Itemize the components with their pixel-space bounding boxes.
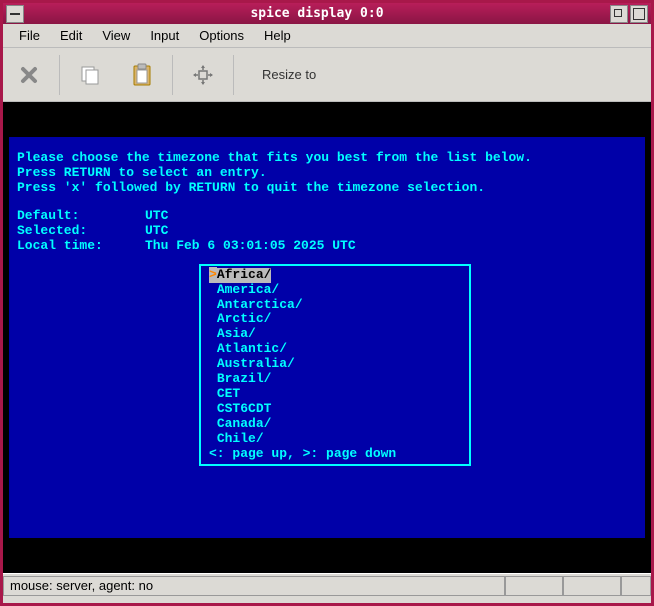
fullscreen-button[interactable] bbox=[179, 51, 227, 99]
status-bar: mouse: server, agent: no bbox=[3, 573, 651, 597]
copy-button[interactable] bbox=[66, 51, 114, 99]
tz-item[interactable]: Australia/ bbox=[201, 357, 469, 372]
status-resize-grip[interactable] bbox=[621, 576, 651, 596]
tz-item-label: Asia/ bbox=[217, 326, 256, 341]
minimize-button[interactable] bbox=[610, 5, 628, 23]
menu-help[interactable]: Help bbox=[256, 26, 299, 45]
tz-item[interactable]: Canada/ bbox=[201, 417, 469, 432]
tz-item-label: Chile/ bbox=[217, 431, 264, 446]
tz-item[interactable]: Asia/ bbox=[201, 327, 469, 342]
window-frame: spice display 0:0 File Edit View Input O… bbox=[0, 0, 654, 606]
localtime-label: Local time: bbox=[17, 239, 145, 254]
instruction-line: Press 'x' followed by RETURN to quit the… bbox=[17, 181, 637, 196]
tz-item[interactable]: CET bbox=[201, 387, 469, 402]
window-title: spice display 0:0 bbox=[24, 6, 610, 21]
resize-label: Resize to bbox=[262, 67, 316, 82]
status-cell bbox=[505, 576, 563, 596]
toolbar-separator bbox=[172, 55, 173, 95]
tz-item[interactable]: CST6CDT bbox=[201, 402, 469, 417]
info-localtime: Local time: Thu Feb 6 03:01:05 2025 UTC bbox=[17, 239, 637, 254]
title-bar[interactable]: spice display 0:0 bbox=[3, 0, 651, 24]
menu-file[interactable]: File bbox=[11, 26, 48, 45]
tz-item-label: Australia/ bbox=[217, 356, 295, 371]
tz-item[interactable]: Antarctica/ bbox=[201, 298, 469, 313]
tz-item-label: Antarctica/ bbox=[217, 297, 303, 312]
menu-options[interactable]: Options bbox=[191, 26, 252, 45]
tz-item-label: Africa/ bbox=[217, 267, 272, 282]
tz-item[interactable]: Chile/ bbox=[201, 432, 469, 447]
tz-item-label: Canada/ bbox=[217, 416, 272, 431]
paging-hint: <: page up, >: page down bbox=[201, 447, 469, 462]
selection-arrow-icon: > bbox=[209, 267, 217, 282]
timezone-list[interactable]: >Africa/ America/ Antarctica/ Arctic/ As… bbox=[199, 264, 471, 466]
default-label: Default: bbox=[17, 209, 145, 224]
tz-item-selected[interactable]: >Africa/ bbox=[201, 268, 469, 283]
copy-icon bbox=[79, 64, 101, 86]
menu-view[interactable]: View bbox=[94, 26, 138, 45]
expand-icon bbox=[192, 64, 214, 86]
maximize-button[interactable] bbox=[630, 5, 648, 23]
menu-bar: File Edit View Input Options Help bbox=[3, 24, 651, 48]
tz-item-label: Brazil/ bbox=[217, 371, 272, 386]
toolbar-separator bbox=[233, 55, 234, 95]
paste-icon bbox=[131, 63, 153, 87]
selected-label: Selected: bbox=[17, 224, 145, 239]
terminal-screen: Please choose the timezone that fits you… bbox=[9, 137, 645, 538]
status-text: mouse: server, agent: no bbox=[3, 576, 505, 596]
tz-item-label: America/ bbox=[217, 282, 279, 297]
info-default: Default: UTC bbox=[17, 209, 637, 224]
tz-item-label: Arctic/ bbox=[217, 311, 272, 326]
window-menu-button[interactable] bbox=[6, 5, 24, 23]
instruction-line: Please choose the timezone that fits you… bbox=[17, 151, 637, 166]
localtime-value: Thu Feb 6 03:01:05 2025 UTC bbox=[145, 239, 356, 254]
close-button[interactable] bbox=[5, 51, 53, 99]
toolbar: Resize to bbox=[3, 48, 651, 102]
tz-item-label: CET bbox=[217, 386, 240, 401]
default-value: UTC bbox=[145, 209, 168, 224]
paste-button[interactable] bbox=[118, 51, 166, 99]
info-selected: Selected: UTC bbox=[17, 224, 637, 239]
tz-item-label: CST6CDT bbox=[217, 401, 272, 416]
tz-item[interactable]: Arctic/ bbox=[201, 312, 469, 327]
display-area[interactable]: Please choose the timezone that fits you… bbox=[3, 102, 651, 573]
toolbar-separator bbox=[59, 55, 60, 95]
close-icon bbox=[19, 65, 39, 85]
tz-item[interactable]: Atlantic/ bbox=[201, 342, 469, 357]
instruction-line: Press RETURN to select an entry. bbox=[17, 166, 637, 181]
tz-item[interactable]: America/ bbox=[201, 283, 469, 298]
menu-input[interactable]: Input bbox=[142, 26, 187, 45]
tz-item-label: Atlantic/ bbox=[217, 341, 287, 356]
selected-value: UTC bbox=[145, 224, 168, 239]
status-cell bbox=[563, 576, 621, 596]
tz-item[interactable]: Brazil/ bbox=[201, 372, 469, 387]
menu-edit[interactable]: Edit bbox=[52, 26, 90, 45]
